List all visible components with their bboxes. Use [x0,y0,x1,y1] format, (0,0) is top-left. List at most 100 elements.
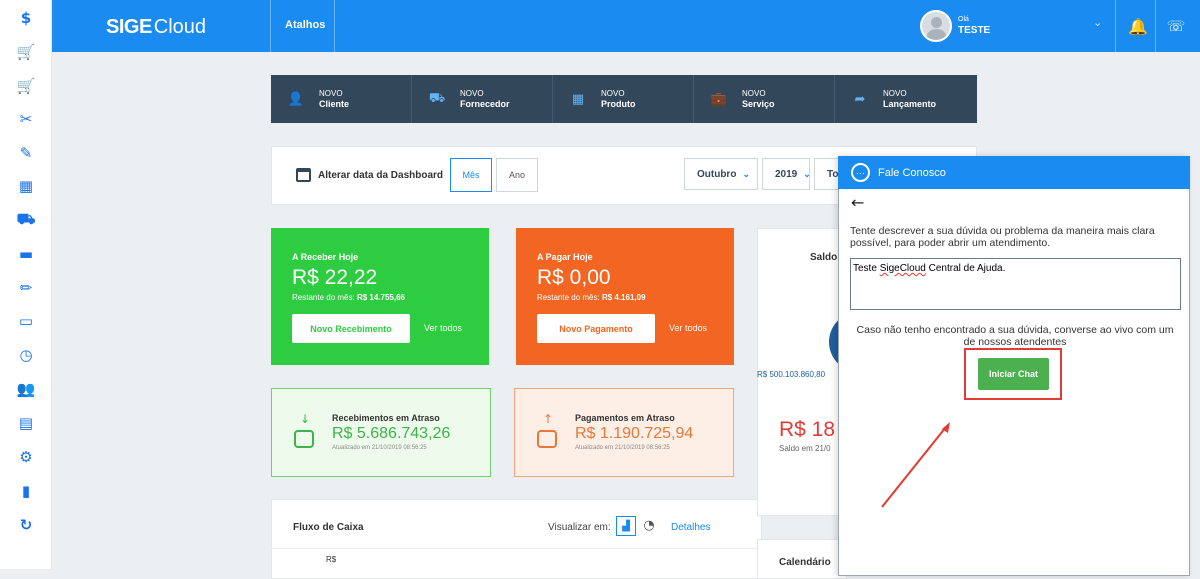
topbar-divider [334,0,335,52]
recebimentos-atraso-box[interactable]: ↓ Recebimentos em Atraso R$ 5.686.743,26… [271,388,491,477]
document-icon[interactable]: ▤ [15,412,37,434]
shortcut-novo-produto[interactable]: ▦ NOVO Produto [553,75,694,123]
divider [271,548,762,549]
back-arrow-icon[interactable]: ← [851,193,864,212]
cart-add-icon[interactable]: 🛒 [15,75,37,97]
shortcut-novo-serviço[interactable]: 💼 NOVO Serviço [694,75,835,123]
share-icon: ➦ [854,91,866,107]
shortcut-label: NOVO Cliente [319,89,349,109]
topbar-divider [270,0,271,52]
boxes-icon: ▦ [571,91,585,107]
novo-pagamento-button[interactable]: Novo Pagamento [537,314,655,343]
atalhos-menu[interactable]: Atalhos [285,19,325,31]
shortcut-bar: 👤 NOVO Cliente ⛟ NOVO Fornecedor ▦ NOVO Produto 💼… [271,75,977,123]
shortcut-label: NOVO Lançamento [883,89,936,109]
shortcut-small-label: NOVO [460,89,484,98]
saldo-title: Saldo [810,252,838,263]
box-title: Pagamentos em Atraso [575,413,675,423]
annotation-arrow [881,422,950,508]
question-textarea[interactable]: Teste SigeCloud Central de Ajuda. [850,258,1181,310]
shortcut-small-label: NOVO [883,89,907,98]
shortcut-novo-lançamento[interactable]: ➦ NOVO Lançamento [835,75,976,123]
saldo-date: Saldo em 21/0 [779,444,831,453]
cart-icon[interactable]: 🛒 [15,41,37,63]
pie-chart-icon[interactable]: ◔ [640,516,658,534]
axis-label: R$ [326,555,337,564]
username[interactable]: TESTE [958,25,990,36]
box-value: R$ 1.190.725,94 [575,425,694,442]
dollar-icon[interactable]: $ [15,7,37,29]
ano-toggle-button[interactable]: Ano [496,158,538,192]
card-value: R$ 22,22 [292,266,378,289]
fluxo-caixa-panel [271,499,762,579]
shortcut-label: NOVO Produto [601,89,636,109]
truck-icon[interactable]: ⛟ [15,209,37,231]
boxes-icon[interactable]: ▦ [15,175,37,197]
tools-icon[interactable]: ✂ [15,108,37,130]
top-bar [52,0,1200,52]
chevron-down-icon: ⌄ [742,168,750,179]
textarea-text: Central de Ajuda. [925,263,1006,274]
detalhes-link[interactable]: Detalhes [671,522,710,533]
year-select[interactable]: 2019 ⌄ [762,158,811,190]
novo-recebimento-button[interactable]: Novo Recebimento [292,314,410,343]
shortcut-big-label: Produto [601,99,636,109]
pagamentos-atraso-box[interactable]: ↑ Pagamentos em Atraso R$ 1.190.725,94 A… [514,388,734,477]
topbar-divider [1155,0,1156,52]
receber-hoje-card: A Receber Hoje R$ 22,22 Restante do mês:… [271,228,489,365]
bar-chart-icon[interactable]: ▟ [616,516,636,536]
visualizar-label: Visualizar em: [548,522,611,533]
calendario-title: Calendário [779,557,831,568]
iniciar-chat-button[interactable]: Iniciar Chat [978,358,1049,390]
clock-icon[interactable]: ◷ [15,344,37,366]
box-title: Recebimentos em Atraso [332,413,440,423]
edit-icon[interactable]: ✎ [15,142,37,164]
rest-label: Restante do mês: [292,293,355,302]
gear-icon[interactable]: ⚙ [15,446,37,468]
month-select[interactable]: Outubro ⌄ [684,158,758,190]
card-rest: Restante do mês: R$ 4.161,09 [537,293,646,302]
card-rest: Restante do mês: R$ 14.755,66 [292,293,405,302]
shortcut-label: NOVO Fornecedor [460,89,510,109]
shortcut-big-label: Lançamento [883,99,937,109]
shortcut-small-label: NOVO [601,89,625,98]
ver-todos-link[interactable]: Ver todos [669,323,707,333]
bar-chart-icon[interactable]: ▮ [15,480,37,502]
ver-todos-link[interactable]: Ver todos [424,323,462,333]
box-value: R$ 5.686.743,26 [332,425,451,442]
topbar-divider [1115,0,1116,52]
truck-icon: ⛟ [428,90,446,106]
car-icon[interactable]: ▬ [15,243,37,265]
chat-description: Tente descrever a sua dúvida ou problema… [850,225,1155,249]
chevron-down-icon[interactable]: ⌄ [1093,16,1102,29]
avatar[interactable] [920,10,952,42]
shortcut-novo-cliente[interactable]: 👤 NOVO Cliente [271,75,412,123]
saldo-legend-value: R$ 500.103.860,80 [757,370,826,379]
textarea-text: Teste [853,263,880,274]
briefcase-icon: 💼 [710,91,728,107]
users-icon[interactable]: 👥 [15,378,37,400]
shortcut-novo-fornecedor[interactable]: ⛟ NOVO Fornecedor [412,75,553,123]
calendar-icon [296,168,311,182]
card-title: A Receber Hoje [292,252,359,262]
fluxo-title: Fluxo de Caixa [293,522,364,533]
person-icon: 👤 [287,91,305,107]
monitor-icon[interactable]: ▭ [15,310,37,332]
coins-up-icon: ↑ [537,413,559,453]
refresh-icon[interactable]: ↻ [15,514,37,536]
card-title: A Pagar Hoje [537,252,593,262]
bell-icon[interactable]: 🔔 [1124,13,1152,39]
chat-title: Fale Conosco [878,167,946,179]
phone-icon[interactable]: ☏ [1162,13,1190,39]
year-select-value: 2019 [775,168,798,180]
shortcut-small-label: NOVO [742,89,766,98]
pencil-icon[interactable]: ✏ [15,277,37,299]
box-updated: Atualizado em 21/10/2019 08:56:25 [332,445,427,451]
greeting-text: Olá [958,16,969,23]
sigecloud-logo[interactable]: SIGE Cloud [106,12,206,42]
pagar-hoje-card: A Pagar Hoje R$ 0,00 Restante do mês: R$… [516,228,734,365]
filter-label: Alterar data da Dashboard [318,170,444,181]
rest-label: Restante do mês: [537,293,600,302]
card-value: R$ 0,00 [537,266,611,289]
mes-toggle-button[interactable]: Mês [450,158,492,192]
